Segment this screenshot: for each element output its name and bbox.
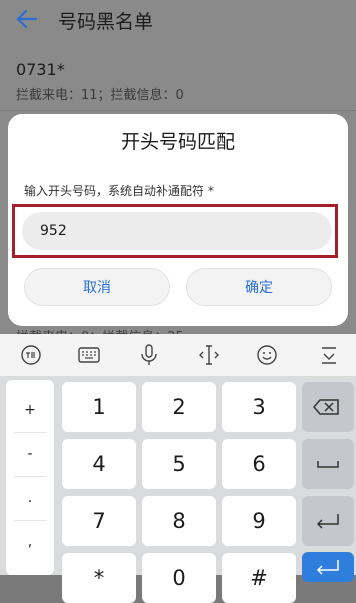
divider <box>14 432 46 433</box>
page-title: 号码黑名单 <box>58 11 154 33</box>
backspace-key[interactable] <box>302 382 354 432</box>
back-arrow-icon[interactable] <box>14 6 40 32</box>
blacklist-entry-number[interactable]: 0731* <box>16 60 65 79</box>
symbol-key-minus[interactable]: - <box>6 446 54 462</box>
symbol-key-comma[interactable]: , <box>6 534 54 550</box>
symbol-key-plus[interactable]: + <box>6 402 54 418</box>
emoji-icon[interactable] <box>254 342 280 368</box>
key-3[interactable]: 3 <box>222 382 296 432</box>
dialog-title: 开头号码匹配 <box>120 131 235 153</box>
newline-icon <box>316 514 339 529</box>
blacklist-entry-stats: 拦截来电：11；拦截信息：0 <box>16 88 184 103</box>
symbol-key-period[interactable]: . <box>6 490 54 506</box>
key-1[interactable]: 1 <box>62 382 136 432</box>
numeric-keyboard: + - . , 1 2 3 4 5 6 7 8 9 * 0 # <box>0 376 356 603</box>
key-hash[interactable]: # <box>222 553 296 603</box>
key-star[interactable]: * <box>62 553 136 603</box>
keyboard-toolbar <box>0 334 356 376</box>
dialog-hint: 输入开头号码，系统自动补通配符 * <box>24 184 214 198</box>
prefix-input[interactable]: 952 <box>22 212 332 250</box>
key-7[interactable]: 7 <box>62 496 136 546</box>
hide-keyboard-icon[interactable] <box>316 342 342 368</box>
newline-key[interactable] <box>302 496 354 546</box>
key-6[interactable]: 6 <box>222 439 296 489</box>
enter-icon <box>316 560 339 575</box>
key-2[interactable]: 2 <box>142 382 216 432</box>
space-icon <box>317 461 339 468</box>
confirm-button[interactable]: 确定 <box>186 268 332 306</box>
key-4[interactable]: 4 <box>62 439 136 489</box>
cancel-button[interactable]: 取消 <box>24 268 170 306</box>
divider <box>0 110 356 111</box>
key-8[interactable]: 8 <box>142 496 216 546</box>
key-5[interactable]: 5 <box>142 439 216 489</box>
enter-key[interactable] <box>302 552 354 582</box>
space-key[interactable] <box>302 439 354 489</box>
symbol-column: + - . , <box>6 380 54 575</box>
cursor-move-icon[interactable] <box>196 342 222 368</box>
prefix-match-dialog: 开头号码匹配 输入开头号码，系统自动补通配符 * 952 取消 确定 <box>8 114 348 326</box>
divider <box>14 476 46 477</box>
key-9[interactable]: 9 <box>222 496 296 546</box>
key-0[interactable]: 0 <box>142 553 216 603</box>
microphone-icon[interactable] <box>136 342 162 368</box>
keyboard-logo-icon[interactable] <box>18 342 44 368</box>
keyboard-icon[interactable] <box>76 342 102 368</box>
backspace-icon <box>313 399 339 415</box>
divider <box>14 520 46 521</box>
